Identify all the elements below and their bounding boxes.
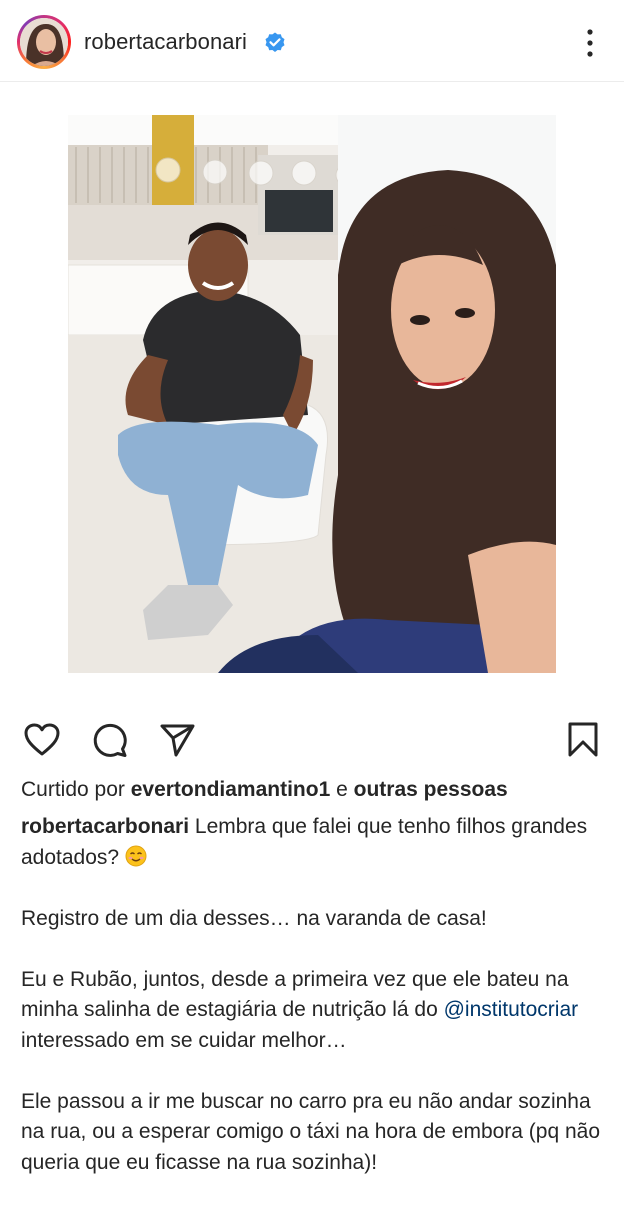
more-vertical-icon[interactable] xyxy=(578,26,602,60)
likes-middle: e xyxy=(330,778,354,801)
caption-paragraph-2: Registro de um dia desses… na varanda de… xyxy=(21,906,487,930)
likes-user-link[interactable]: evertondiamantino1 xyxy=(131,778,331,801)
header-username[interactable]: robertacarbonari xyxy=(84,29,247,55)
send-icon[interactable] xyxy=(157,720,197,760)
likes-others-link[interactable]: outras pessoas xyxy=(354,778,508,801)
post-photo-illustration xyxy=(68,115,556,673)
profile-avatar xyxy=(20,18,68,66)
post-header: robertacarbonari xyxy=(0,0,624,82)
heart-icon[interactable] xyxy=(22,720,62,760)
post-photo[interactable] xyxy=(68,115,556,673)
likes-summary: Curtido por evertondiamantino1 e outras … xyxy=(21,778,508,802)
comment-icon[interactable] xyxy=(90,720,130,760)
avatar[interactable] xyxy=(20,18,68,66)
caption-paragraph-3: Eu e Rubão, juntos, desde a primeira vez… xyxy=(21,965,606,1057)
caption-paragraph-1: robertacarbonari Lembra que falei que te… xyxy=(21,812,606,873)
caption-username[interactable]: robertacarbonari xyxy=(21,815,189,838)
post-action-bar xyxy=(0,720,624,764)
caption-text-3b: interessado em se cuidar melhor… xyxy=(21,1028,347,1052)
story-ring[interactable] xyxy=(17,15,71,69)
bookmark-icon[interactable] xyxy=(563,720,603,760)
likes-prefix: Curtido por xyxy=(21,778,131,801)
verified-badge-icon xyxy=(265,32,285,52)
post-caption: robertacarbonari Lembra que falei que te… xyxy=(21,812,606,1209)
caption-paragraph-4: Ele passou a ir me buscar no carro pra e… xyxy=(21,1089,601,1174)
mention-link[interactable]: @institutocriar xyxy=(444,998,579,1021)
smiling-face-emoji-icon xyxy=(125,845,147,866)
